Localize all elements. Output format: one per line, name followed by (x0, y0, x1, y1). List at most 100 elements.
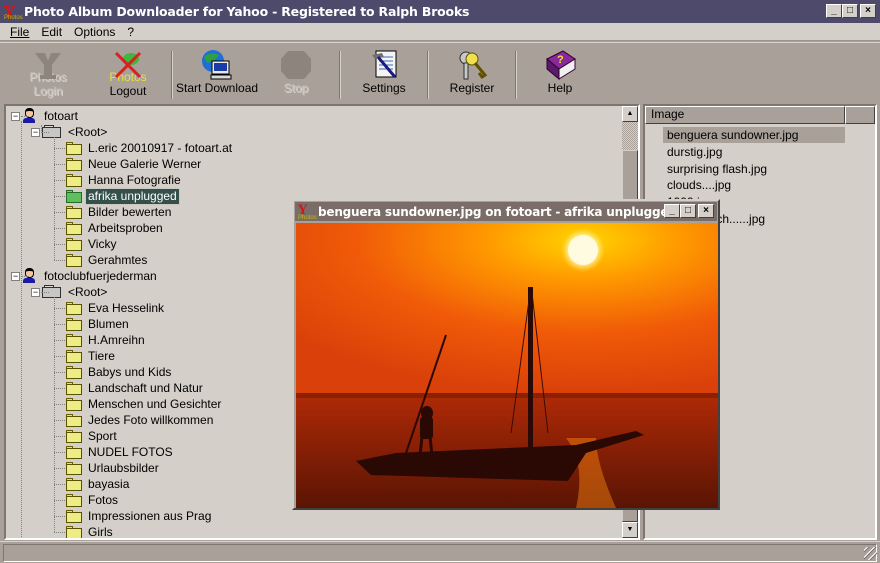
tree-album-label[interactable]: Urlaubsbilder (86, 461, 161, 476)
help-label: Help (547, 81, 573, 95)
tree-album-node[interactable]: Gerahmtes (66, 252, 149, 268)
register-button[interactable]: Register (432, 49, 512, 101)
collapse-toggle[interactable]: − (11, 271, 20, 281)
tree-album-label[interactable]: Landschaft und Natur (86, 381, 205, 396)
tree-album-label[interactable]: Eva Hesselink (86, 301, 166, 316)
menu-file[interactable]: File (4, 25, 35, 39)
tree-album-label[interactable]: Blumen (86, 317, 131, 332)
tree-album-label[interactable]: Babys und Kids (86, 365, 173, 380)
tree-album-node[interactable]: Menschen und Gesichter (66, 396, 223, 412)
tree-connector-line (54, 532, 65, 533)
tree-album-label[interactable]: Fotos (86, 493, 120, 508)
image-maximize-button[interactable]: □ (680, 204, 696, 218)
tree-album-label[interactable]: L.eric 20010917 - fotoart.at (86, 141, 234, 156)
tree-album-label[interactable]: Tiere (86, 349, 117, 364)
tree-album-node[interactable]: H.Amreihn (66, 332, 147, 348)
stop-icon (279, 49, 313, 81)
minimize-button[interactable]: _ (826, 4, 842, 18)
tree-connector-line (21, 276, 29, 277)
column-header-blank[interactable] (845, 106, 875, 124)
tree-album-node[interactable]: Blumen (66, 316, 131, 332)
tree-album-label[interactable]: bayasia (86, 477, 131, 492)
image-viewer-window[interactable]: Y Photos benguera sundowner.jpg on fotoar… (292, 199, 720, 510)
folder-icon (66, 333, 83, 347)
tree-album-node[interactable]: Hanna Fotografie (66, 172, 183, 188)
folder-icon (66, 461, 83, 475)
status-text (3, 544, 877, 562)
tree-album-label[interactable]: Menschen und Gesichter (86, 397, 223, 412)
tree-album-node[interactable]: Urlaubsbilder (66, 460, 161, 476)
menu-options[interactable]: Options (68, 25, 121, 39)
tree-album-node[interactable]: Fotos (66, 492, 120, 508)
tree-album-label[interactable]: Hanna Fotografie (86, 173, 183, 188)
tree-album-label[interactable]: Sport (86, 429, 119, 444)
tree-album-node[interactable]: Impressionen aus Prag (66, 508, 213, 524)
toolbar: Photos Login Photos Logout Start Downloa… (0, 42, 880, 102)
tree-connector-line (54, 388, 65, 389)
tree-album-node[interactable]: Eva Hesselink (66, 300, 166, 316)
image-list-item[interactable]: durstig.jpg (663, 144, 726, 160)
start-download-button[interactable]: Start Download (176, 49, 258, 101)
scroll-down-button[interactable]: ▼ (622, 522, 638, 538)
tree-album-node[interactable]: Vicky (66, 236, 118, 252)
photo-view (296, 223, 718, 508)
tree-album-label[interactable]: Vicky (86, 237, 118, 252)
tree-album-node[interactable]: L.eric 20010917 - fotoart.at (66, 140, 234, 156)
tree-album-label[interactable]: Impressionen aus Prag (86, 509, 213, 524)
collapse-toggle[interactable]: − (31, 127, 40, 137)
toolbar-separator (515, 51, 517, 99)
maximize-button[interactable]: □ (842, 4, 858, 18)
tree-account-label[interactable]: fotoart (42, 109, 80, 124)
image-list-item[interactable]: clouds....jpg (663, 177, 735, 193)
collapse-toggle[interactable]: − (11, 111, 20, 121)
collapse-toggle[interactable]: − (31, 287, 40, 297)
tree-connector-line (54, 500, 65, 501)
image-minimize-button[interactable]: _ (664, 204, 680, 218)
help-button[interactable]: ? Help (520, 49, 600, 101)
tree-album-node[interactable]: Girls (66, 524, 115, 539)
status-bar (0, 541, 880, 563)
tree-album-node[interactable]: Sport (66, 428, 119, 444)
tree-album-node[interactable]: Landschaft und Natur (66, 380, 205, 396)
tree-account-node[interactable]: − fotoclubfuerjederman (11, 268, 159, 284)
tree-album-label[interactable]: Bilder bewerten (86, 205, 173, 220)
tree-album-node[interactable]: Arbeitsproben (66, 220, 165, 236)
image-list-item[interactable]: benguera sundowner.jpg (663, 127, 845, 143)
image-viewer-title-bar[interactable]: Y Photos benguera sundowner.jpg on fotoar… (295, 202, 717, 221)
tree-root-label[interactable]: <Root> (66, 285, 109, 300)
close-button[interactable]: × (860, 4, 876, 18)
tree-album-node[interactable]: Jedes Foto willkommen (66, 412, 215, 428)
stop-button[interactable]: Stop (256, 49, 336, 101)
tree-album-label[interactable]: H.Amreihn (86, 333, 147, 348)
tree-album-node[interactable]: NUDEL FOTOS (66, 444, 175, 460)
menu-edit[interactable]: Edit (35, 25, 68, 39)
logout-label-line2: Logout (109, 84, 147, 98)
tree-album-node[interactable]: bayasia (66, 476, 131, 492)
tree-album-label[interactable]: NUDEL FOTOS (86, 445, 175, 460)
tree-album-label[interactable]: afrika unplugged (85, 187, 180, 205)
yahoo-photos-icon[interactable]: Y Photos (4, 3, 23, 21)
tree-account-label[interactable]: fotoclubfuerjederman (42, 269, 159, 284)
photos-login-button[interactable]: Photos Login (8, 49, 88, 101)
image-close-button[interactable]: × (698, 204, 714, 218)
tree-album-label[interactable]: Girls (86, 525, 115, 539)
image-list-item[interactable]: surprising flash.jpg (663, 161, 771, 177)
tree-root-label[interactable]: <Root> (66, 125, 109, 140)
logout-button[interactable]: Photos Logout (88, 49, 168, 101)
resize-grip-icon[interactable] (864, 547, 877, 560)
tree-album-label[interactable]: Gerahmtes (86, 253, 149, 268)
folder-icon (66, 349, 83, 363)
scroll-up-button[interactable]: ▲ (622, 106, 638, 122)
tree-album-node[interactable]: Neue Galerie Werner (66, 156, 203, 172)
tree-album-node[interactable]: Tiere (66, 348, 117, 364)
tree-album-node[interactable]: afrika unplugged (66, 187, 180, 205)
tree-album-node[interactable]: Babys und Kids (66, 364, 173, 380)
settings-button[interactable]: Settings (344, 49, 424, 101)
tree-album-label[interactable]: Arbeitsproben (86, 221, 165, 236)
tree-album-node[interactable]: Bilder bewerten (66, 204, 173, 220)
tree-album-label[interactable]: Neue Galerie Werner (86, 157, 203, 172)
help-book-icon: ? (543, 49, 577, 81)
column-header-image[interactable]: Image (645, 106, 845, 124)
menu-help[interactable]: ? (121, 25, 140, 39)
tree-album-label[interactable]: Jedes Foto willkommen (86, 413, 215, 428)
